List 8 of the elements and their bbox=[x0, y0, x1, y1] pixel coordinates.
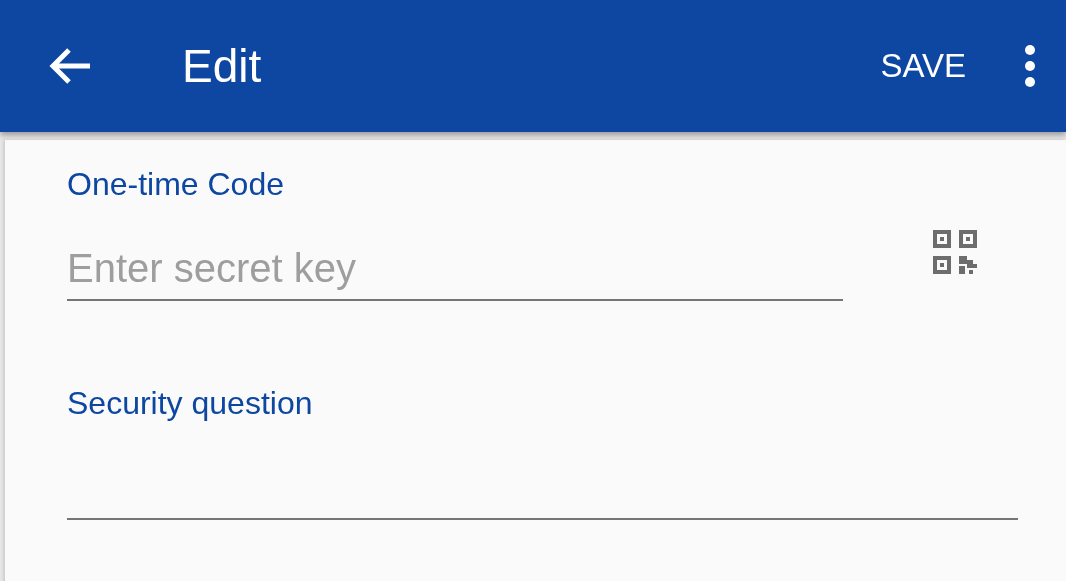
qr-code-icon[interactable] bbox=[933, 230, 977, 274]
field-label: One-time Code bbox=[67, 166, 285, 203]
screen-title: Edit bbox=[182, 39, 263, 93]
save-button[interactable]: SAVE bbox=[880, 47, 966, 85]
input-field[interactable]: Enter secret key bbox=[67, 237, 843, 301]
field-label: Security question bbox=[67, 385, 314, 422]
back-arrow-icon[interactable] bbox=[48, 47, 92, 85]
more-options-icon[interactable] bbox=[1024, 44, 1036, 88]
